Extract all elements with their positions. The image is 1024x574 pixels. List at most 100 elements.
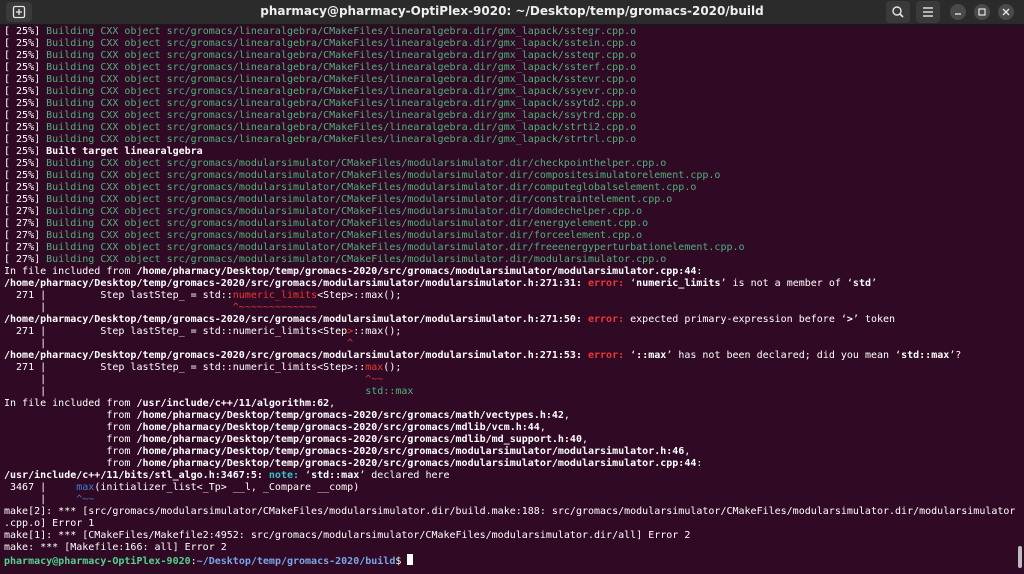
prompt-symbol: $ [395, 556, 408, 567]
terminal-line: [ 25%] Building CXX object src/gromacs/l… [0, 86, 1016, 98]
terminal-line: [ 25%] Building CXX object src/gromacs/m… [0, 194, 1016, 206]
terminal-text: , [563, 410, 570, 421]
terminal-line: | std::max [0, 386, 1016, 398]
terminal-text: : [696, 266, 703, 277]
terminal-text: , [329, 398, 336, 409]
terminal-text: ::max(); [353, 326, 402, 337]
terminal-text: [ 25%] [4, 122, 47, 133]
terminal-text: | [4, 338, 348, 349]
maximize-button[interactable] [974, 4, 990, 20]
terminal-line: [ 27%] Building CXX object src/gromacs/m… [0, 254, 1016, 266]
terminal-scrollbar[interactable] [1016, 26, 1022, 574]
terminal-text: Building CXX object src/gromacs/modulars… [46, 206, 643, 217]
terminal-text: [ 25%] [4, 110, 47, 121]
terminal-text: Building CXX object src/gromacs/modulars… [46, 194, 673, 205]
terminal-line: from /home/pharmacy/Desktop/temp/gromacs… [0, 422, 1016, 434]
terminal-line: | ^ [0, 338, 1016, 350]
terminal-line: from /home/pharmacy/Desktop/temp/gromacs… [0, 446, 1016, 458]
menu-button[interactable] [916, 1, 940, 23]
terminal-text: /home/pharmacy/Desktop/temp/gromacs-2020… [4, 350, 582, 361]
terminal-line: [ 25%] Building CXX object src/gromacs/l… [0, 62, 1016, 74]
terminal-line: [ 25%] Building CXX object src/gromacs/l… [0, 74, 1016, 86]
terminal-text: [ 25%] [4, 98, 47, 109]
terminal-text: ’? [949, 350, 962, 361]
terminal-line: [ 27%] Building CXX object src/gromacs/m… [0, 218, 1016, 230]
terminal-text: [ 27%] [4, 230, 47, 241]
terminal-text: max [365, 362, 384, 373]
terminal-text: numeric_limits [636, 278, 721, 289]
terminal-text: ’ declared here [359, 470, 450, 481]
terminal-text: In file included from [4, 398, 137, 409]
terminal-text: [ 25%] [4, 38, 47, 49]
terminal-text: | [4, 302, 233, 313]
terminal-text: /home/pharmacy/Desktop/temp/gromacs-2020… [4, 278, 582, 289]
minimize-icon [955, 13, 961, 15]
terminal-text: error: [581, 278, 631, 289]
terminal-text: from [4, 410, 137, 421]
terminal-line: .cpp.o] Error 1 [0, 518, 1016, 530]
terminal-line: In file included from /home/pharmacy/Des… [0, 266, 1016, 278]
terminal-text: [ 25%] [4, 146, 47, 157]
terminal-text: ::max [636, 350, 667, 361]
terminal-text: [ 25%] [4, 74, 47, 85]
terminal-text: /home/pharmacy/Desktop/temp/gromacs-2020… [136, 458, 697, 469]
terminal-text: from [4, 434, 137, 445]
terminal-line: make[2]: *** [src/gromacs/modularsimulat… [0, 506, 1016, 518]
terminal-text: <Step>::max(); [317, 290, 402, 301]
terminal-text: , [684, 446, 691, 457]
terminal-line: /home/pharmacy/Desktop/temp/gromacs-2020… [0, 314, 1016, 326]
terminal-text: /home/pharmacy/Desktop/temp/gromacs-2020… [136, 266, 697, 277]
search-icon [892, 6, 904, 18]
terminal-text: /home/pharmacy/Desktop/temp/gromacs-2020… [136, 434, 582, 445]
terminal-text: std [852, 278, 871, 289]
terminal-text: [ 25%] [4, 86, 47, 97]
terminal-text: | [4, 386, 366, 397]
terminal-text: [ 25%] [4, 170, 47, 181]
terminal-text: 271 | Step lastStep_ = std::numeric_limi… [4, 326, 348, 337]
search-button[interactable] [886, 1, 910, 23]
terminal-text: [ 27%] [4, 206, 47, 217]
minimize-button[interactable] [950, 4, 966, 20]
terminal-text: numeric_limits [232, 290, 318, 301]
terminal-text: ^ [347, 338, 354, 349]
terminal-line: [ 25%] Building CXX object src/gromacs/m… [0, 158, 1016, 170]
terminal-text: 3467 | [4, 482, 77, 493]
terminal-text: [ 27%] [4, 254, 47, 265]
terminal-line: [ 25%] Building CXX object src/gromacs/l… [0, 110, 1016, 122]
terminal-text: Building CXX object src/gromacs/linearal… [46, 50, 637, 61]
terminal-text: Building CXX object src/gromacs/linearal… [46, 38, 637, 49]
terminal-text: std::max [901, 350, 950, 361]
terminal-text: /home/pharmacy/Desktop/temp/gromacs-2020… [136, 446, 685, 457]
terminal-text: make[2]: *** [src/gromacs/modularsimulat… [4, 506, 1016, 517]
terminal-line: /usr/include/c++/11/bits/stl_algo.h:3467… [0, 470, 1016, 482]
terminal-text: [ 25%] [4, 194, 47, 205]
terminal-line: 271 | Step lastStep_ = std::numeric_limi… [0, 362, 1016, 374]
terminal-line: /home/pharmacy/Desktop/temp/gromacs-2020… [0, 278, 1016, 290]
terminal-text: /home/pharmacy/Desktop/temp/gromacs-2020… [136, 410, 564, 421]
terminal-text: note: [262, 470, 306, 481]
terminal-text: (initializer_list<_Tp> __l, _Compare __c… [94, 482, 360, 493]
terminal-text: Building CXX object src/gromacs/linearal… [46, 110, 637, 121]
terminal-text: [ 25%] [4, 158, 47, 169]
terminal-text: Building CXX object src/gromacs/modulars… [46, 182, 697, 193]
terminal-text: Building CXX object src/gromacs/modulars… [46, 218, 649, 229]
terminal-text: [ 25%] [4, 134, 47, 145]
terminal-text: /home/pharmacy/Desktop/temp/gromacs-2020… [4, 314, 582, 325]
shell-prompt[interactable]: pharmacy@pharmacy-OptiPlex-9020:~/Deskto… [0, 554, 1016, 567]
terminal-text: ’ has not been declared; did you mean ‘ [666, 350, 902, 361]
terminal-text: .cpp.o] Error 1 [4, 518, 95, 529]
terminal-line: [ 25%] Building CXX object src/gromacs/l… [0, 50, 1016, 62]
prompt-path: ~/Desktop/temp/gromacs-2020/build [196, 556, 396, 567]
terminal-text: from [4, 446, 137, 457]
close-button[interactable] [998, 4, 1014, 20]
terminal-text: 271 | Step lastStep_ = std:: [4, 290, 233, 301]
terminal-text: ^~~ [76, 494, 95, 505]
terminal-text: error: [581, 314, 631, 325]
terminal-text: [ 25%] [4, 50, 47, 61]
terminal-text: /usr/include/c++/11/bits/stl_algo.h:3467… [4, 470, 263, 481]
terminal-line: In file included from /usr/include/c++/1… [0, 398, 1016, 410]
terminal-output[interactable]: [ 25%] Building CXX object src/gromacs/l… [0, 26, 1016, 574]
scrollbar-thumb[interactable] [1018, 546, 1022, 568]
terminal-text: | [4, 374, 366, 385]
terminal-line: | ^~~ [0, 374, 1016, 386]
